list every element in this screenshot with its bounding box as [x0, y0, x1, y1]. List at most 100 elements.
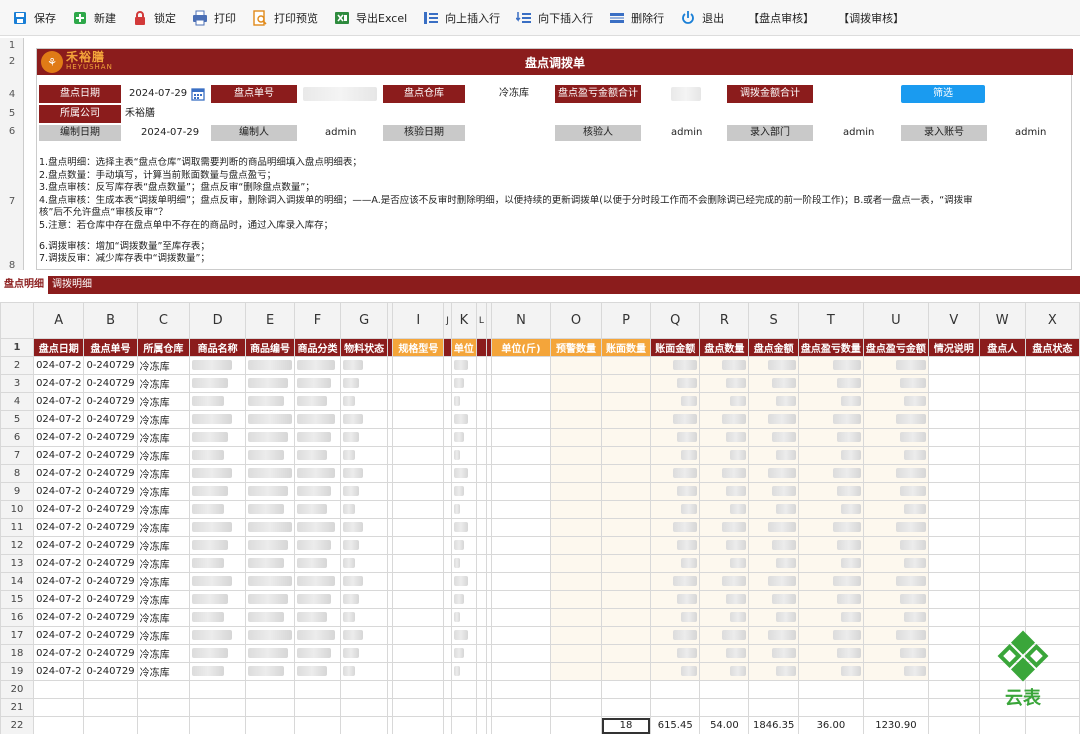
table-cell[interactable] — [450, 536, 477, 555]
table-cell[interactable] — [294, 572, 341, 591]
table-cell[interactable] — [490, 536, 552, 555]
table-cell[interactable] — [550, 716, 602, 734]
table-cell[interactable] — [443, 680, 452, 699]
column-header[interactable]: X — [1024, 302, 1080, 339]
row-number[interactable]: 8 — [0, 464, 35, 483]
table-cell[interactable] — [650, 446, 701, 465]
table-cell[interactable] — [978, 464, 1026, 483]
table-cell[interactable] — [136, 680, 191, 699]
table-cell[interactable] — [443, 428, 452, 447]
table-cell[interactable] — [339, 356, 389, 375]
table-cell[interactable] — [650, 662, 701, 681]
table-cell[interactable] — [189, 410, 247, 429]
table-row[interactable]: 11 024-07-2 0-240729 冷冻库 — [0, 518, 1080, 537]
table-row[interactable]: 7 024-07-2 0-240729 冷冻库 — [0, 446, 1080, 465]
table-cell[interactable] — [475, 446, 487, 465]
table-cell[interactable] — [339, 500, 389, 519]
table-cell[interactable] — [1024, 410, 1080, 429]
table-cell[interactable] — [392, 446, 445, 465]
table-cell[interactable] — [83, 716, 138, 734]
table-cell[interactable] — [862, 482, 929, 501]
field-header[interactable]: 账面金额 — [650, 338, 701, 357]
table-cell[interactable] — [550, 410, 602, 429]
table-row[interactable]: 6 024-07-2 0-240729 冷冻库 — [0, 428, 1080, 447]
table-cell[interactable]: 024-07-2 — [33, 536, 85, 555]
table-cell[interactable] — [339, 482, 389, 501]
table-cell[interactable] — [600, 680, 652, 699]
row-number[interactable]: 17 — [0, 626, 35, 645]
table-cell[interactable]: 冷冻库 — [136, 356, 191, 375]
table-cell[interactable] — [475, 590, 487, 609]
table-cell[interactable] — [927, 392, 980, 411]
table-cell[interactable] — [978, 608, 1026, 627]
table-cell[interactable] — [1024, 608, 1080, 627]
column-header[interactable]: L — [475, 302, 487, 339]
table-cell[interactable] — [245, 698, 296, 717]
table-cell[interactable]: 冷冻库 — [136, 482, 191, 501]
table-cell[interactable] — [392, 464, 445, 483]
table-cell[interactable] — [339, 626, 389, 645]
table-cell[interactable] — [294, 626, 341, 645]
table-cell[interactable] — [443, 608, 452, 627]
column-header[interactable]: O — [550, 302, 602, 339]
table-cell[interactable] — [443, 500, 452, 519]
table-cell[interactable] — [862, 356, 929, 375]
table-cell[interactable] — [699, 536, 750, 555]
table-row[interactable]: 12 024-07-2 0-240729 冷冻库 — [0, 536, 1080, 555]
field-header[interactable]: 商品名称 — [189, 338, 247, 357]
table-cell[interactable] — [475, 698, 487, 717]
column-header[interactable]: P — [600, 302, 652, 339]
total-cell[interactable]: 1846.35 — [748, 716, 799, 734]
table-cell[interactable] — [862, 626, 929, 645]
table-cell[interactable] — [699, 698, 750, 717]
table-cell[interactable]: 0-240729 — [83, 644, 138, 663]
table-row[interactable]: 10 024-07-2 0-240729 冷冻库 — [0, 500, 1080, 519]
table-cell[interactable] — [927, 500, 980, 519]
table-cell[interactable] — [978, 410, 1026, 429]
field-header[interactable]: 盘点人 — [978, 338, 1026, 357]
table-cell[interactable] — [862, 680, 929, 699]
table-cell[interactable] — [450, 680, 477, 699]
row-number[interactable]: 21 — [0, 698, 35, 717]
table-cell[interactable] — [189, 554, 247, 573]
table-cell[interactable] — [797, 482, 864, 501]
table-cell[interactable] — [294, 662, 341, 681]
company-value[interactable]: 禾裕膳 — [125, 105, 155, 123]
column-header[interactable]: U — [862, 302, 929, 339]
table-cell[interactable] — [443, 392, 452, 411]
table-cell[interactable] — [245, 518, 296, 537]
tab-transfer-detail[interactable]: 调拨明细 — [48, 276, 96, 294]
table-cell[interactable] — [245, 626, 296, 645]
field-header[interactable]: 物料状态 — [339, 338, 389, 357]
table-cell[interactable] — [550, 698, 602, 717]
table-cell[interactable] — [927, 518, 980, 537]
table-row[interactable]: 17 024-07-2 0-240729 冷冻库 — [0, 626, 1080, 645]
table-cell[interactable] — [797, 698, 864, 717]
table-cell[interactable] — [33, 716, 85, 734]
column-header[interactable]: G — [339, 302, 389, 339]
table-row[interactable]: 2 024-07-2 0-240729 冷冻库 — [0, 356, 1080, 375]
table-cell[interactable] — [550, 608, 602, 627]
table-cell[interactable] — [189, 446, 247, 465]
table-cell[interactable] — [699, 428, 750, 447]
table-cell[interactable] — [450, 518, 477, 537]
table-cell[interactable]: 024-07-2 — [33, 464, 85, 483]
table-cell[interactable] — [862, 518, 929, 537]
table-cell[interactable]: 024-07-2 — [33, 590, 85, 609]
table-cell[interactable] — [450, 698, 477, 717]
table-cell[interactable] — [699, 374, 750, 393]
table-cell[interactable] — [490, 626, 552, 645]
table-cell[interactable]: 冷冻库 — [136, 428, 191, 447]
table-cell[interactable] — [699, 662, 750, 681]
table-cell[interactable] — [550, 518, 602, 537]
table-cell[interactable] — [600, 518, 652, 537]
table-cell[interactable] — [862, 608, 929, 627]
table-cell[interactable] — [339, 716, 389, 734]
verifier-value[interactable]: admin — [671, 124, 702, 142]
table-cell[interactable] — [475, 428, 487, 447]
row-number[interactable]: 14 — [0, 572, 35, 591]
made-date-value[interactable]: 2024-07-29 — [141, 124, 199, 142]
table-cell[interactable] — [600, 428, 652, 447]
table-cell[interactable] — [1024, 392, 1080, 411]
table-cell[interactable] — [339, 536, 389, 555]
